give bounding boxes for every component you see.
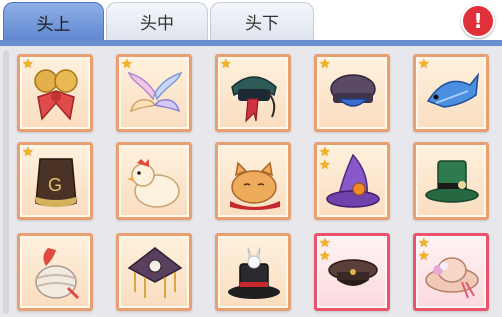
item-slot-sleeping-cat[interactable] <box>215 142 291 220</box>
blue-fish-icon <box>426 72 479 108</box>
tab-head-top-label: 头上 <box>36 14 71 35</box>
chinese-hat-icon <box>231 76 277 123</box>
green-top-hat-icon <box>425 160 479 203</box>
tab-head-bottom-label: 头下 <box>245 14 279 34</box>
item-slot-brown-fez-hat[interactable]: ★ G <box>17 142 93 220</box>
item-slot-purple-cap[interactable]: ★ <box>314 54 390 132</box>
tab-head-bottom[interactable]: 头下 <box>210 2 314 40</box>
item-slot-flower-sun-hat[interactable]: ★ ★ <box>413 233 489 311</box>
item-slot-officer-cap[interactable]: ★ ★ <box>314 233 390 311</box>
bunny-top-hat-icon <box>228 247 280 299</box>
item-slot-feather-turban[interactable] <box>17 233 93 311</box>
svg-text:G: G <box>48 175 62 195</box>
tab-head-top[interactable]: 头上 <box>3 2 104 42</box>
item-slot-green-top-hat[interactable] <box>413 142 489 220</box>
item-slot-bunny-top-hat[interactable] <box>215 233 291 311</box>
feather-turban-icon <box>35 248 80 300</box>
scrollbar[interactable] <box>3 50 9 314</box>
angel-wings-icon <box>127 71 183 113</box>
alert-icon[interactable]: ! <box>461 4 495 38</box>
item-slot-taoist-hat[interactable] <box>116 233 192 311</box>
item-slot-chinese-hat[interactable]: ★ <box>215 54 291 132</box>
bells-bow-icon <box>34 69 78 121</box>
tab-head-middle[interactable]: 头中 <box>106 2 208 40</box>
witch-hat-icon <box>326 153 380 208</box>
item-slot-chicken[interactable] <box>116 142 192 220</box>
brown-fez-hat-icon: G <box>35 158 77 207</box>
chicken-icon <box>127 159 180 208</box>
item-slot-witch-hat[interactable]: ★ ★ <box>314 142 390 220</box>
tab-head-middle-label: 头中 <box>140 14 174 34</box>
purple-cap-icon <box>330 74 376 107</box>
item-slot-bells-bow[interactable]: ★ <box>17 54 93 132</box>
taoist-hat-icon <box>127 247 183 298</box>
flower-sun-hat-icon <box>425 257 479 299</box>
sleeping-cat-icon <box>230 161 280 210</box>
officer-cap-icon <box>328 259 378 286</box>
item-slot-blue-fish[interactable]: ★ <box>413 54 489 132</box>
item-slot-angel-wings[interactable]: ★ <box>116 54 192 132</box>
tab-bar: 头上 头中 头下 ! <box>0 0 502 46</box>
